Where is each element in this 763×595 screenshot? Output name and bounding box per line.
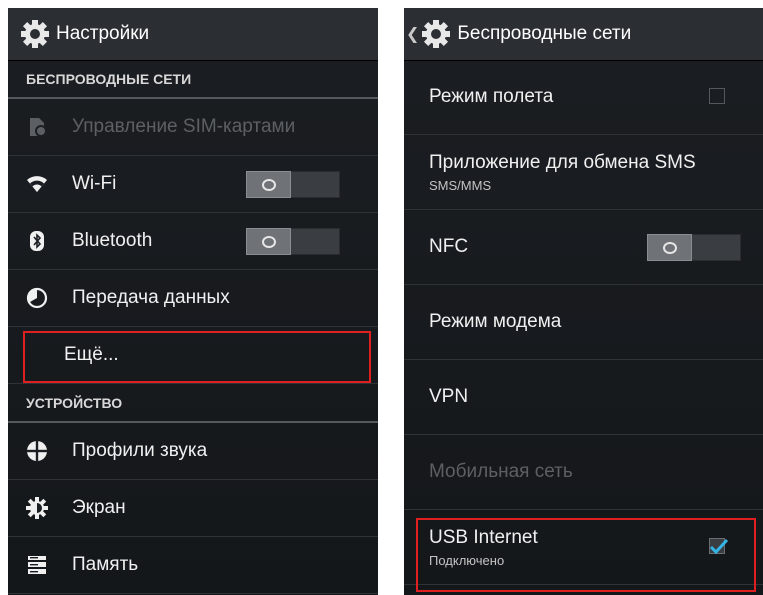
wifi-icon <box>27 176 47 192</box>
page-title: Беспроводные сети <box>457 23 632 44</box>
sms-app-value: SMS/MMS <box>429 177 492 193</box>
checkmark-icon <box>709 538 729 555</box>
sim-card-icon <box>30 118 47 137</box>
display-item[interactable]: Экран <box>8 480 378 537</box>
bluetooth-item[interactable]: Bluetooth <box>8 213 378 270</box>
nfc-item[interactable]: NFC <box>404 210 763 285</box>
page-title: Настройки <box>56 23 150 44</box>
airplane-mode-checkbox[interactable] <box>709 88 725 104</box>
more-item[interactable]: Ещё... <box>8 327 378 384</box>
storage-icon <box>28 556 46 574</box>
vpn-item[interactable]: VPN <box>404 360 763 435</box>
wifi-label: Wi-Fi <box>72 173 117 194</box>
gear-icon <box>422 20 451 48</box>
usb-internet-checkbox[interactable] <box>709 538 729 555</box>
bluetooth-label: Bluetooth <box>72 230 153 251</box>
action-bar[interactable]: ❮ Беспроводные сети <box>404 8 763 60</box>
mobile-network-item[interactable]: Мобильная сеть <box>404 435 763 510</box>
bluetooth-toggle[interactable] <box>246 228 340 255</box>
usb-internet-item[interactable]: USB Internet Подключено <box>404 510 763 585</box>
wifi-toggle[interactable] <box>246 171 340 198</box>
display-label: Экран <box>72 497 126 518</box>
action-bar: Настройки <box>8 8 378 60</box>
settings-screen: Настройки БЕСПРОВОДНЫЕ СЕТИ Управление S… <box>8 8 378 595</box>
tethering-item[interactable]: Режим модема <box>404 285 763 360</box>
gear-icon <box>21 20 49 48</box>
toggle-thumb <box>647 234 692 261</box>
more-label: Ещё... <box>64 344 119 365</box>
sound-profiles-icon <box>26 440 48 462</box>
back-chevron-icon[interactable]: ❮ <box>406 24 419 44</box>
toggle-thumb <box>246 171 291 198</box>
sound-profiles-item[interactable]: Профили звука <box>8 423 378 480</box>
nfc-toggle[interactable] <box>647 234 741 261</box>
sound-profiles-label: Профили звука <box>72 440 208 461</box>
airplane-mode-item[interactable]: Режим полета <box>404 60 763 135</box>
sim-management-item[interactable]: Управление SIM-картами <box>8 99 378 156</box>
bluetooth-icon <box>30 231 44 251</box>
data-usage-label: Передача данных <box>72 287 230 308</box>
toggle-thumb <box>246 228 291 255</box>
tethering-label: Режим модема <box>429 311 562 332</box>
sms-app-label: Приложение для обмена SMS <box>429 151 696 173</box>
section-header-wireless: БЕСПРОВОДНЫЕ СЕТИ <box>8 60 378 99</box>
display-icon <box>26 497 48 519</box>
section-header-device: УСТРОЙСТВО <box>8 384 378 423</box>
storage-item[interactable]: Память <box>8 537 378 594</box>
wifi-item[interactable]: Wi-Fi <box>8 156 378 213</box>
sim-management-label: Управление SIM-картами <box>72 116 296 137</box>
mobile-network-label: Мобильная сеть <box>429 461 573 482</box>
data-usage-item[interactable]: Передача данных <box>8 270 378 327</box>
sms-app-item[interactable]: Приложение для обмена SMS SMS/MMS <box>404 135 763 210</box>
data-usage-icon <box>26 287 48 309</box>
vpn-label: VPN <box>429 386 469 407</box>
storage-label: Память <box>72 554 139 575</box>
wireless-networks-screen: ❮ Беспроводные сети Режим полета Приложе… <box>404 8 763 595</box>
